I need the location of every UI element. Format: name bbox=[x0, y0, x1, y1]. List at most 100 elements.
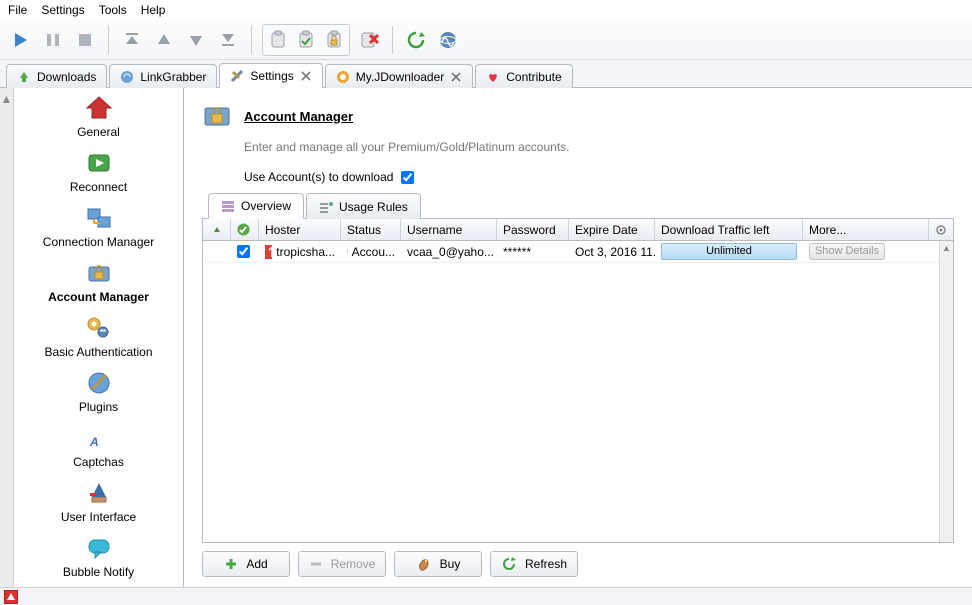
main-panel: Account Manager Enter and manage all you… bbox=[184, 88, 972, 587]
tab-settings[interactable]: Settings bbox=[219, 63, 322, 88]
sidebar-item-account[interactable]: Account Manager bbox=[14, 253, 183, 308]
sidebar-item-captchas[interactable]: A Captchas bbox=[14, 418, 183, 473]
accounts-table: Hoster Status Username Password Expire D… bbox=[202, 219, 954, 543]
subtab-label: Overview bbox=[241, 199, 291, 213]
content: ▲ General Reconnect Connection Manager A… bbox=[0, 88, 972, 587]
pause-button[interactable] bbox=[40, 27, 66, 53]
th-sort[interactable] bbox=[203, 219, 231, 240]
plugins-icon bbox=[83, 367, 115, 399]
use-accounts-label: Use Account(s) to download bbox=[244, 170, 393, 184]
th-traffic[interactable]: Download Traffic left bbox=[655, 219, 803, 240]
tab-contribute[interactable]: Contribute bbox=[475, 64, 572, 88]
subtabs: Overview Usage Rules bbox=[202, 192, 954, 219]
row-more[interactable]: Show Details bbox=[803, 241, 953, 262]
menu-settings[interactable]: Settings bbox=[41, 3, 84, 17]
sidebar-item-label: General bbox=[77, 125, 120, 139]
sidebar-item-general[interactable]: General bbox=[14, 88, 183, 143]
sidebar-item-label: Bubble Notify bbox=[63, 565, 134, 579]
sidebar-item-basicauth[interactable]: Basic Authentication bbox=[14, 308, 183, 363]
menu-file[interactable]: File bbox=[8, 3, 27, 17]
table-header: Hoster Status Username Password Expire D… bbox=[203, 219, 953, 241]
sidebar-item-label: Connection Manager bbox=[43, 235, 154, 249]
tab-label: Settings bbox=[250, 69, 293, 83]
panel-header: Account Manager bbox=[202, 102, 954, 130]
tab-close-icon[interactable] bbox=[300, 70, 312, 82]
th-configure[interactable] bbox=[929, 219, 953, 240]
connection-icon bbox=[83, 202, 115, 234]
row-enabled-checkbox[interactable] bbox=[231, 243, 259, 260]
use-accounts-row: Use Account(s) to download bbox=[244, 170, 954, 184]
th-password[interactable]: Password bbox=[497, 219, 569, 240]
play-button[interactable] bbox=[8, 27, 34, 53]
th-hoster[interactable]: Hoster bbox=[259, 219, 341, 240]
menu-help[interactable]: Help bbox=[141, 3, 166, 17]
sidebar-item-label: Plugins bbox=[79, 400, 118, 414]
clipboard-group bbox=[262, 24, 350, 56]
statusbar bbox=[0, 587, 972, 605]
subtab-usage[interactable]: Usage Rules bbox=[306, 193, 421, 219]
clipboard-cancel-button[interactable] bbox=[356, 27, 382, 53]
row-expire: Oct 3, 2016 11... bbox=[569, 243, 655, 261]
tab-label: LinkGrabber bbox=[140, 70, 206, 84]
sidebar-item-label: Captchas bbox=[73, 455, 124, 469]
sidebar-scrollbar[interactable]: ▲ bbox=[0, 88, 14, 587]
clipboard-button[interactable] bbox=[265, 27, 291, 53]
buy-button[interactable]: Buy bbox=[394, 551, 482, 577]
sidebar-item-ui[interactable]: User Interface bbox=[14, 473, 183, 528]
status-indicator-icon[interactable] bbox=[4, 590, 18, 604]
sidebar-item-bubble[interactable]: Bubble Notify bbox=[14, 528, 183, 583]
account-icon bbox=[83, 257, 115, 289]
clipboard-check-button[interactable] bbox=[293, 27, 319, 53]
refresh-button[interactable]: Refresh bbox=[490, 551, 578, 577]
sidebar-item-partial[interactable] bbox=[14, 583, 183, 587]
table-row[interactable]: tropicsha... Accou... vcaa_0@yaho... ***… bbox=[203, 241, 953, 263]
tab-label: Contribute bbox=[506, 70, 561, 84]
panel-description: Enter and manage all your Premium/Gold/P… bbox=[244, 140, 954, 154]
reconnect-button[interactable] bbox=[403, 27, 429, 53]
ui-icon bbox=[83, 477, 115, 509]
refresh-icon bbox=[501, 556, 517, 572]
account-header-icon bbox=[202, 102, 234, 130]
sidebar-item-connection[interactable]: Connection Manager bbox=[14, 198, 183, 253]
download-icon bbox=[17, 70, 31, 84]
th-enabled[interactable] bbox=[231, 219, 259, 240]
th-expire[interactable]: Expire Date bbox=[569, 219, 655, 240]
add-button[interactable]: Add bbox=[202, 551, 290, 577]
stop-button[interactable] bbox=[72, 27, 98, 53]
use-accounts-checkbox[interactable] bbox=[401, 171, 414, 184]
th-username[interactable]: Username bbox=[401, 219, 497, 240]
move-top-button[interactable] bbox=[119, 27, 145, 53]
panel-title: Account Manager bbox=[244, 109, 353, 124]
usage-icon bbox=[319, 200, 333, 214]
tab-close-icon[interactable] bbox=[450, 71, 462, 83]
row-traffic: Unlimited bbox=[655, 241, 803, 262]
th-more[interactable]: More... bbox=[803, 219, 929, 240]
sidebar-item-label: Account Manager bbox=[48, 290, 149, 304]
hoster-icon bbox=[265, 245, 272, 259]
heart-icon bbox=[486, 70, 500, 84]
move-up-button[interactable] bbox=[151, 27, 177, 53]
myjd-icon bbox=[336, 70, 350, 84]
action-bar: Add Remove Buy Refresh bbox=[202, 551, 954, 577]
sidebar-item-plugins[interactable]: Plugins bbox=[14, 363, 183, 418]
toolbar bbox=[0, 20, 972, 60]
sidebar-item-label: Reconnect bbox=[70, 180, 127, 194]
subtab-overview[interactable]: Overview bbox=[208, 193, 304, 219]
row-hoster: tropicsha... bbox=[259, 243, 341, 261]
th-status[interactable]: Status bbox=[341, 219, 401, 240]
tab-downloads[interactable]: Downloads bbox=[6, 64, 107, 88]
move-bottom-button[interactable] bbox=[215, 27, 241, 53]
sidebar-item-reconnect[interactable]: Reconnect bbox=[14, 143, 183, 198]
move-down-button[interactable] bbox=[183, 27, 209, 53]
table-scrollbar[interactable]: ▲ bbox=[939, 241, 953, 542]
subtab-label: Usage Rules bbox=[339, 200, 408, 214]
update-button[interactable] bbox=[435, 27, 461, 53]
clipboard-lock-button[interactable] bbox=[321, 27, 347, 53]
tab-linkgrabber[interactable]: LinkGrabber bbox=[109, 64, 217, 88]
tab-myjdownloader[interactable]: My.JDownloader bbox=[325, 64, 473, 88]
remove-button[interactable]: Remove bbox=[298, 551, 386, 577]
menu-tools[interactable]: Tools bbox=[99, 3, 127, 17]
separator bbox=[251, 26, 252, 54]
overview-icon bbox=[221, 199, 235, 213]
row-status: Accou... bbox=[341, 243, 401, 261]
